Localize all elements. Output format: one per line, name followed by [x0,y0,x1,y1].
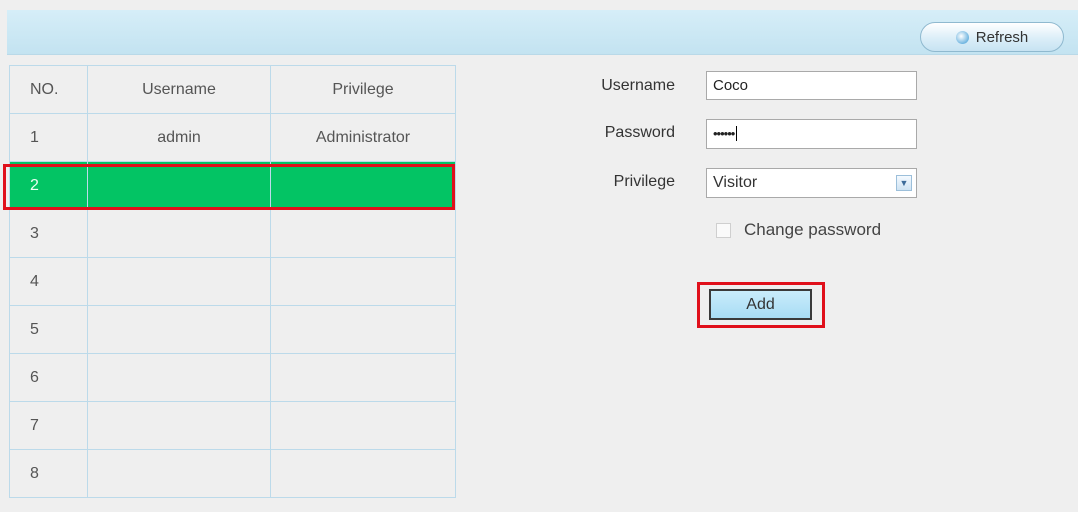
refresh-label: Refresh [975,28,1029,46]
refresh-icon [955,30,969,44]
privilege-select[interactable]: Visitor ▼ [706,168,917,198]
table-row[interactable]: 8 [9,449,456,498]
add-button[interactable]: Add [709,289,812,320]
table-row-selected[interactable]: 2 [9,161,456,210]
row-username [87,401,271,450]
change-password-checkbox[interactable] [716,223,731,238]
chevron-down-icon[interactable]: ▼ [896,175,912,191]
row-number: 7 [9,401,88,450]
username-field[interactable] [706,71,917,100]
table-row[interactable]: 6 [9,353,456,402]
refresh-button[interactable]: Refresh [920,22,1064,52]
column-header-username: Username [87,65,271,114]
table-row[interactable]: 5 [9,305,456,354]
toolbar: Refresh [7,10,1078,55]
table-row[interactable]: 4 [9,257,456,306]
user-table: NO. Username Privilege 1 admin Administr… [9,65,456,498]
table-row[interactable]: 1 admin Administrator [9,113,456,162]
row-privilege: Administrator [270,113,456,162]
privilege-selected-value: Visitor [713,174,758,191]
row-privilege [270,449,456,498]
row-number: 6 [9,353,88,402]
username-label: Username [601,77,675,94]
row-number: 5 [9,305,88,354]
row-privilege [270,209,456,258]
row-number: 3 [9,209,88,258]
row-username [87,449,271,498]
row-username [87,305,271,354]
add-button-label: Add [746,295,775,313]
row-number: 1 [9,113,88,162]
row-number: 8 [9,449,88,498]
row-username [87,161,271,210]
password-field[interactable]: •••••• [706,119,917,149]
password-value: •••••• [713,126,735,141]
table-row[interactable]: 3 [9,209,456,258]
row-privilege [270,353,456,402]
row-privilege [270,257,456,306]
row-username [87,353,271,402]
row-username: admin [87,113,271,162]
row-privilege [270,161,456,210]
column-header-no: NO. [9,65,88,114]
column-header-privilege: Privilege [270,65,456,114]
change-password-label: Change password [744,220,882,239]
password-label: Password [604,124,675,141]
row-number: 4 [9,257,88,306]
table-header-row: NO. Username Privilege [9,65,456,114]
privilege-label: Privilege [613,173,675,190]
row-username [87,209,271,258]
row-privilege [270,305,456,354]
row-username [87,257,271,306]
row-number: 2 [9,161,88,210]
table-row[interactable]: 7 [9,401,456,450]
row-privilege [270,401,456,450]
